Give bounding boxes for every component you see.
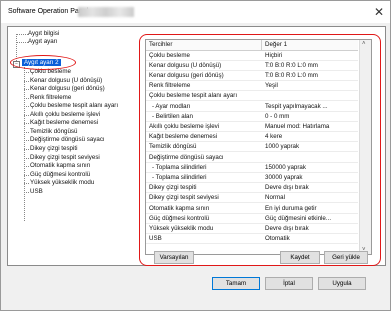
- tree-connector: [24, 67, 25, 221]
- tree-connector: [24, 123, 29, 125]
- title-redacted-blur: [78, 7, 134, 17]
- settings-tree: Aygıt bilgisi Aygıt ayarı Aygıt ayarı 2 Çok…: [8, 27, 138, 265]
- tree-item[interactable]: Güç düğmesi kontrolü: [30, 171, 90, 178]
- tree-item[interactable]: Değiştirme döngüsü sayacı: [30, 136, 105, 143]
- tree-item[interactable]: Temizlik döngüsü: [30, 128, 77, 135]
- cancel-button[interactable]: İptal: [265, 277, 313, 290]
- tree-connector: [24, 174, 29, 176]
- tree-item[interactable]: USB: [30, 188, 43, 195]
- tree-connector: [24, 80, 29, 82]
- tree-item[interactable]: Kenar dolgusu (U dönüşü): [30, 77, 102, 84]
- tree-connector: [24, 166, 29, 168]
- tree-item[interactable]: Kağıt besleme denemesi: [30, 119, 98, 126]
- tree-connector: [24, 148, 29, 150]
- tree-item[interactable]: Kenar dolgusu (geri dönüş): [30, 85, 105, 92]
- window-title: Software Operation Panel: [8, 8, 89, 15]
- close-icon[interactable]: ✕: [374, 5, 384, 19]
- tree-connector: [24, 157, 29, 159]
- tree-connector: [24, 183, 29, 185]
- title-bar: Software Operation Panel ✕: [1, 1, 390, 23]
- tree-connector: [24, 191, 29, 193]
- tree-connector: [24, 97, 29, 99]
- tree-connector: [24, 106, 29, 108]
- tree-connector: [24, 72, 29, 73]
- tree-connector: [24, 114, 29, 116]
- tree-item[interactable]: Aygıt ayarı: [28, 38, 57, 45]
- tree-item[interactable]: Aygıt bilgisi: [28, 30, 59, 37]
- ok-button[interactable]: Tamam: [212, 277, 260, 290]
- tree-item[interactable]: Otomatik kapma sınırı: [30, 162, 91, 169]
- tree-item[interactable]: Dikey çizgi tespiti: [30, 145, 77, 152]
- tree-connector: [24, 89, 29, 91]
- tree-connector: [16, 34, 28, 35]
- tree-item[interactable]: Çoklu besleme tespit alanı ayarı: [30, 102, 118, 109]
- tree-item[interactable]: Akıllı çoklu besleme işlevi: [30, 111, 100, 118]
- highlight-annotation-box: [139, 34, 381, 266]
- tree-item[interactable]: Yüksek yükseklik modu: [30, 179, 94, 186]
- tree-connector: [24, 140, 29, 142]
- highlight-annotation: [10, 55, 76, 70]
- tree-item[interactable]: Dikey çizgi tespit seviyesi: [30, 154, 100, 161]
- tree-connector: [24, 131, 29, 133]
- apply-button[interactable]: Uygula: [318, 277, 366, 290]
- main-panel: Aygıt bilgisi Aygıt ayarı Aygıt ayarı 2 Çok…: [7, 26, 386, 266]
- software-operation-panel-window: Software Operation Panel ✕ Aygıt bilgisi…: [0, 0, 391, 311]
- tree-item[interactable]: Renk filtreleme: [30, 94, 71, 101]
- tree-connector: [16, 42, 28, 43]
